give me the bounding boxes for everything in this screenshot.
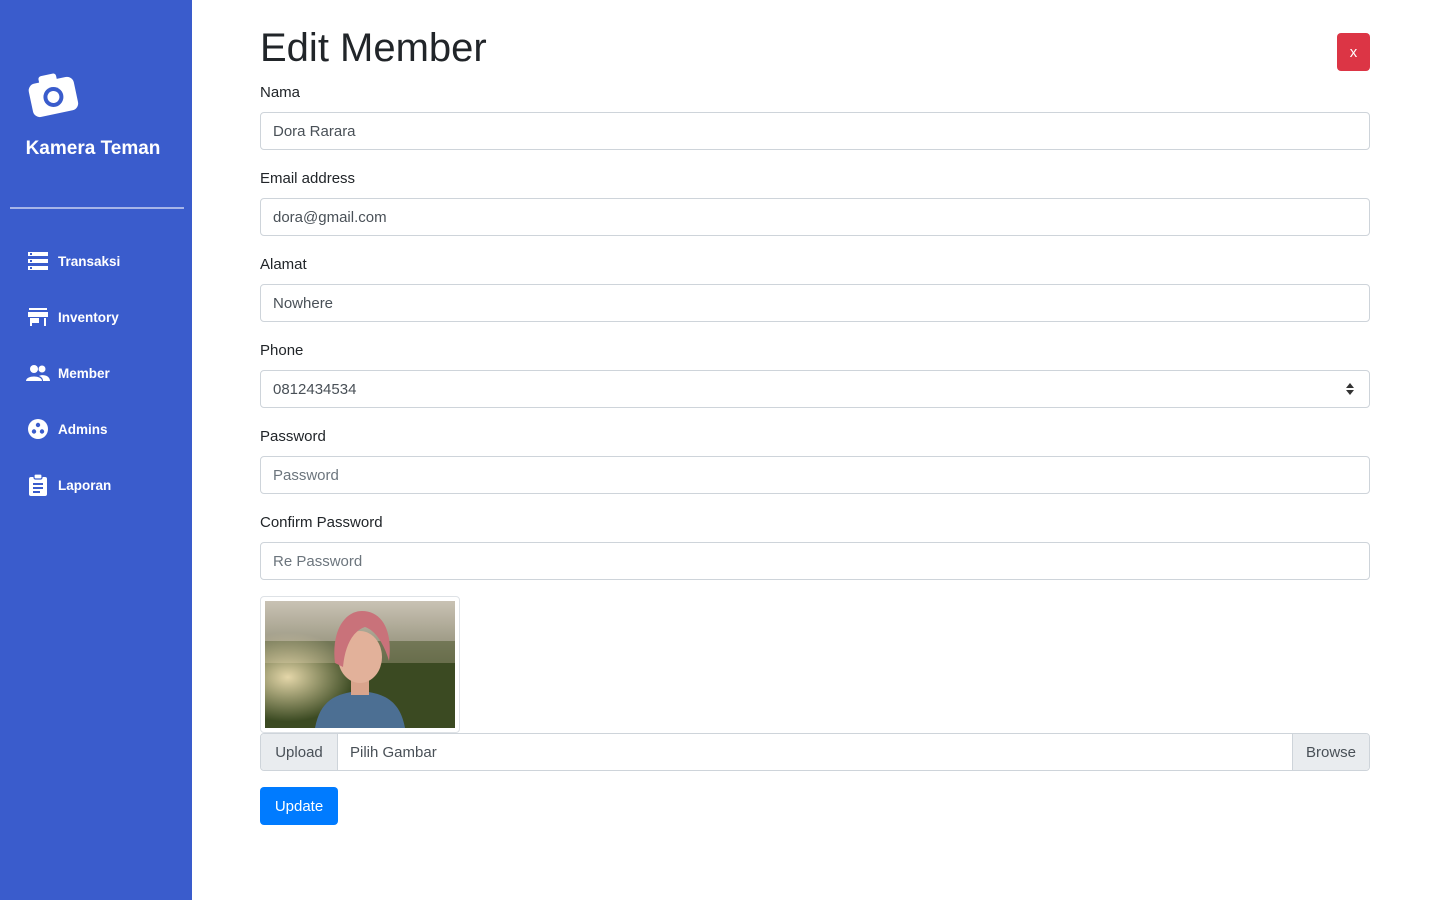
sidebar-item-label: Inventory	[58, 309, 119, 325]
sidebar-item-label: Transaksi	[58, 253, 121, 269]
file-input[interactable]: Pilih Gambar	[338, 734, 1292, 770]
browse-button[interactable]: Browse	[1292, 734, 1369, 770]
close-button[interactable]: x	[1337, 33, 1370, 71]
sidebar-item-label: Laporan	[58, 477, 112, 493]
sidebar-item-label: Member	[58, 365, 110, 381]
phone-value: 0812434534	[273, 380, 357, 398]
phone-label: Phone	[260, 342, 304, 359]
sidebar-item-laporan[interactable]: Laporan	[26, 471, 186, 499]
sidebar-item-inventory[interactable]: Inventory	[26, 303, 186, 331]
confirm-password-label: Confirm Password	[260, 514, 383, 531]
sidebar-item-label: Admins	[58, 421, 108, 437]
alamat-label: Alamat	[260, 256, 307, 273]
sidebar-item-admins[interactable]: Admins	[26, 415, 186, 443]
upload-prefix: Upload	[261, 734, 338, 770]
member-photo	[260, 596, 460, 733]
page-title: Edit Member	[260, 26, 487, 70]
sidebar: Kamera Teman Transaksi Inventory Member …	[0, 0, 192, 900]
number-spinner-icon[interactable]	[1345, 381, 1355, 397]
email-input[interactable]: dora@gmail.com	[260, 198, 1370, 236]
storage-icon	[26, 249, 50, 273]
nama-label: Nama	[260, 84, 301, 101]
phone-input[interactable]: 0812434534	[260, 370, 1370, 408]
sidebar-item-transaksi[interactable]: Transaksi	[26, 247, 186, 275]
group-work-icon	[26, 417, 50, 441]
alamat-input[interactable]: Nowhere	[260, 284, 1370, 322]
people-icon	[26, 361, 50, 385]
brand-title[interactable]: Kamera Teman	[0, 138, 186, 160]
store-icon	[26, 305, 50, 329]
sidebar-divider	[10, 207, 184, 209]
password-input[interactable]: Password	[260, 456, 1370, 494]
sidebar-item-member[interactable]: Member	[26, 359, 186, 387]
nama-input[interactable]: Dora Rarara	[260, 112, 1370, 150]
clipboard-icon	[26, 473, 50, 497]
camera-icon[interactable]	[26, 70, 80, 120]
email-label: Email address	[260, 170, 356, 187]
upload-group: Upload Pilih Gambar Browse	[260, 733, 1370, 771]
update-button[interactable]: Update	[260, 787, 338, 825]
password-label: Password	[260, 428, 326, 445]
confirm-password-input[interactable]: Re Password	[260, 542, 1370, 580]
